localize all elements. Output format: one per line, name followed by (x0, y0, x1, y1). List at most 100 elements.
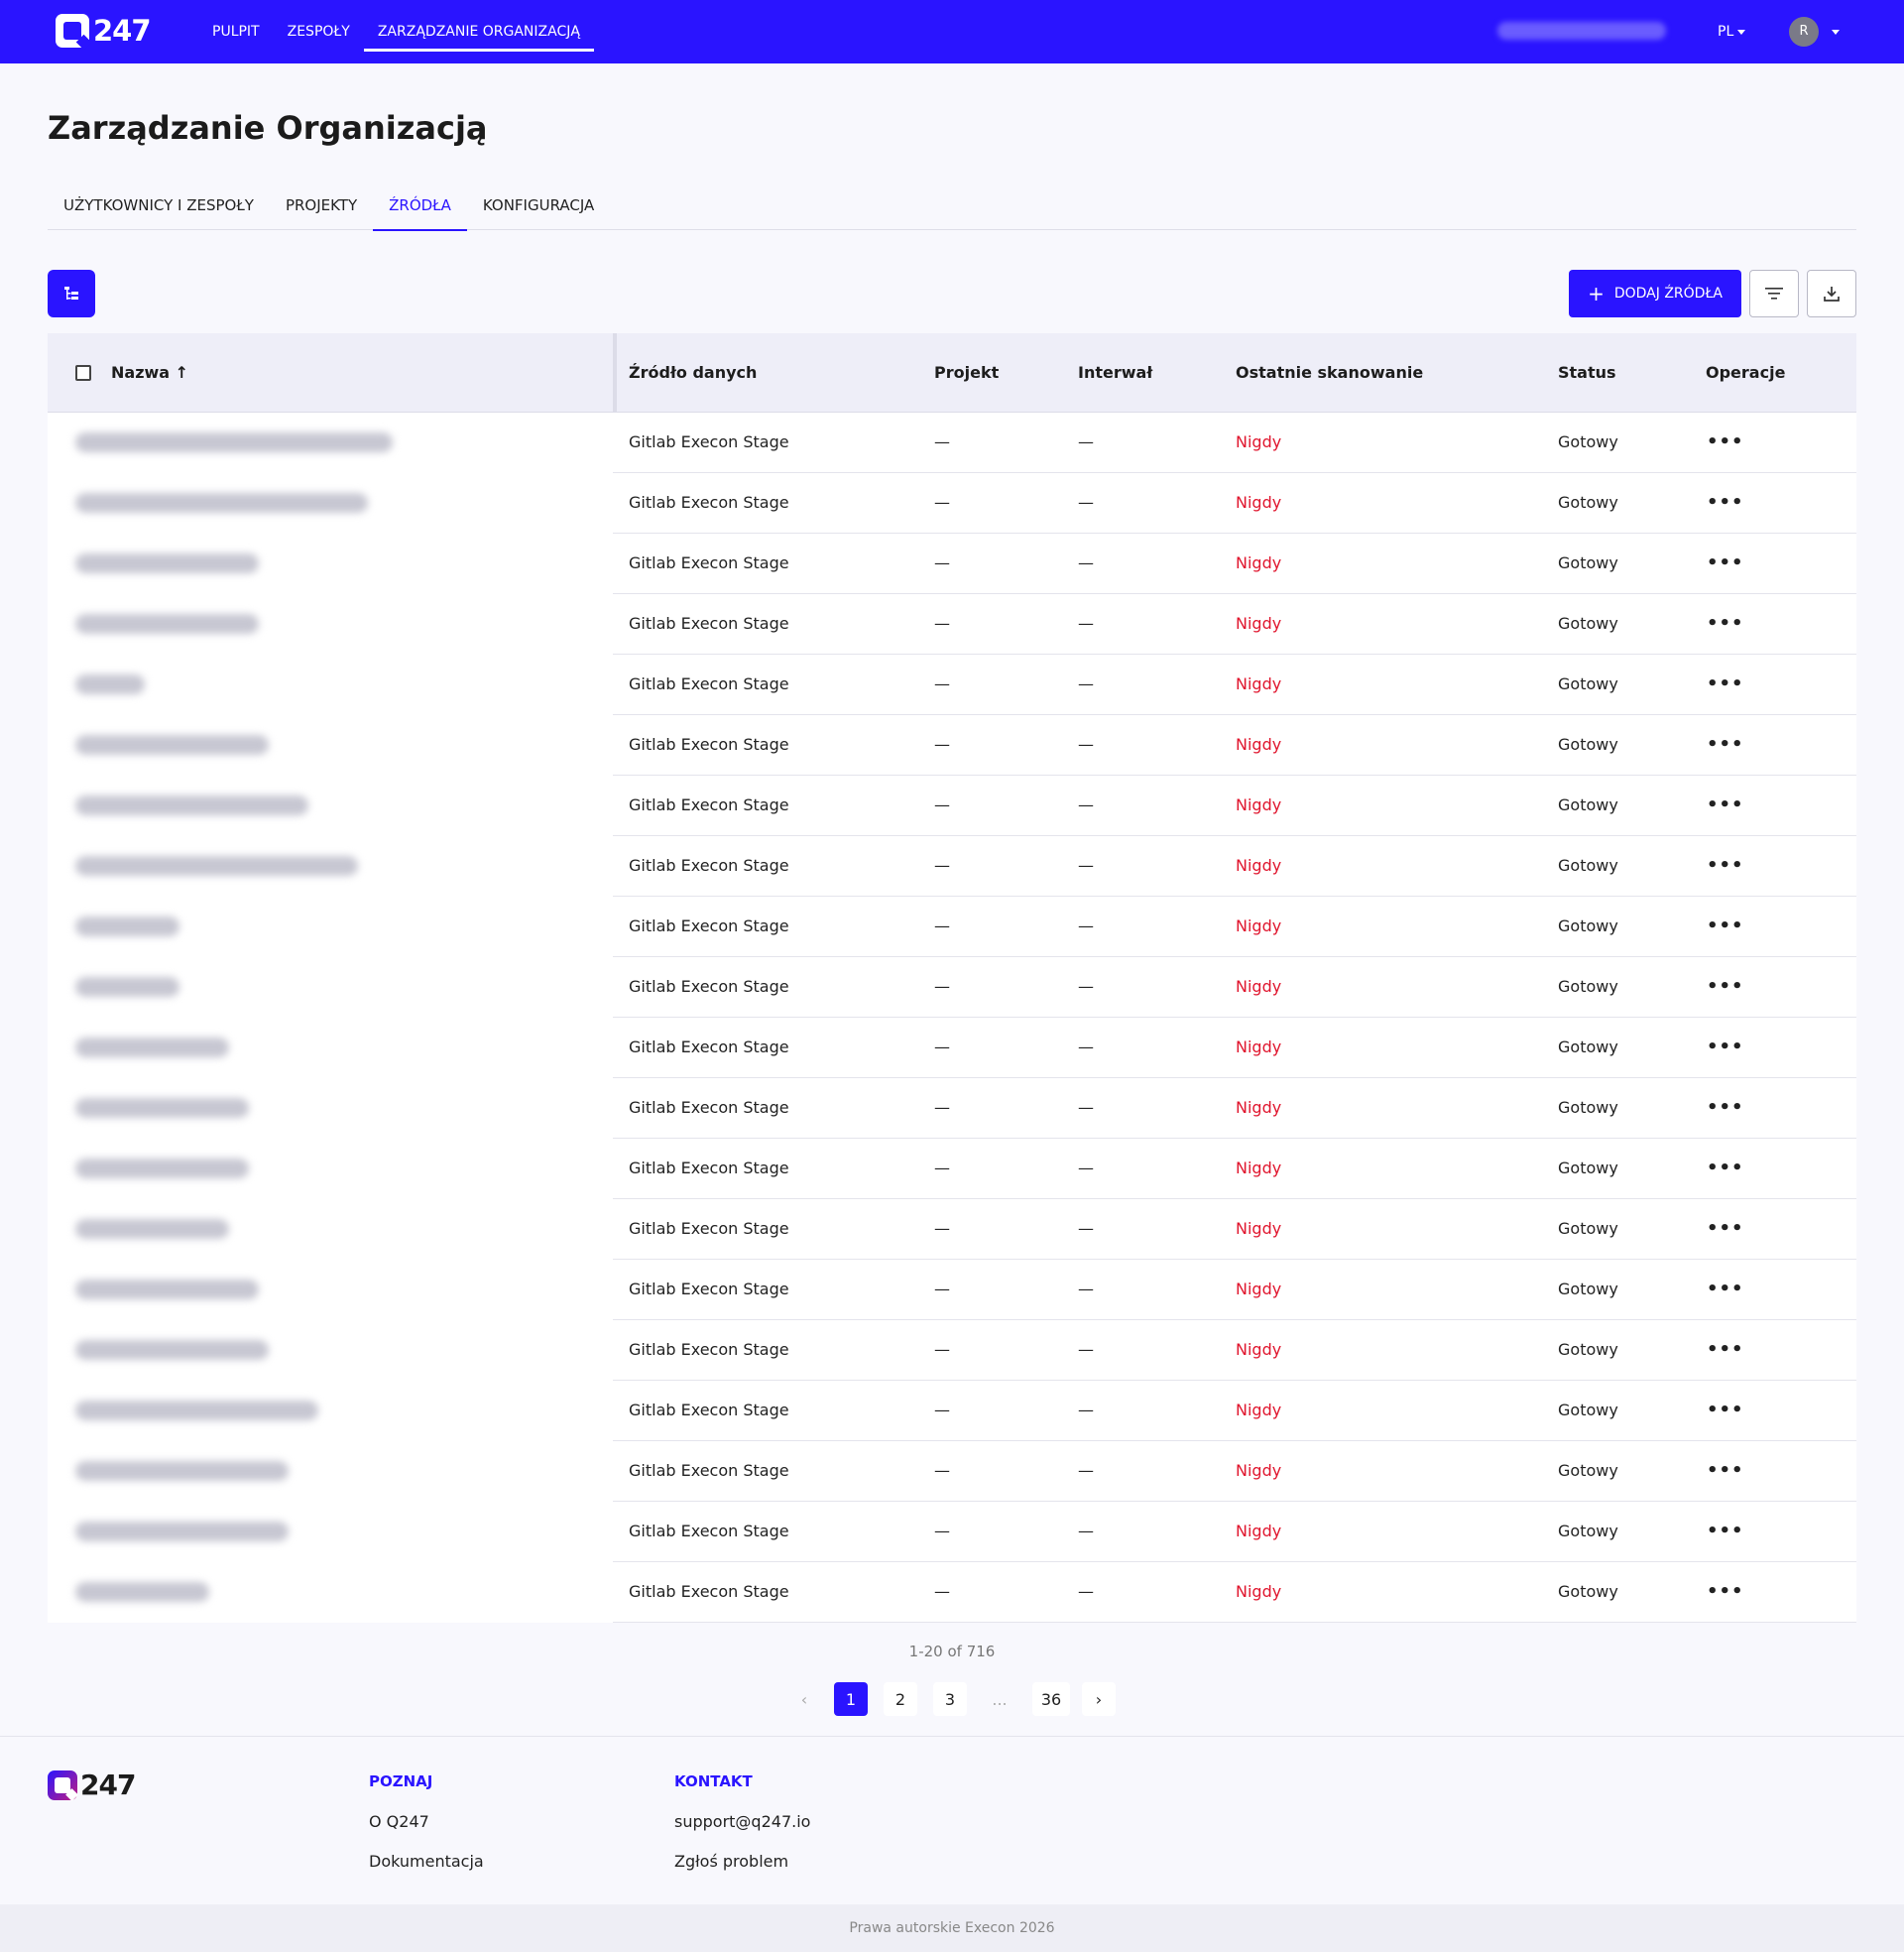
row-actions-more-icon[interactable]: ••• (1707, 957, 1744, 1017)
column-header-zrodlo-danych[interactable]: Źródło danych (629, 333, 757, 413)
table-row[interactable]: Gitlab Execon Stage — — Nigdy Gotowy ••• (48, 1139, 1856, 1199)
table-row[interactable]: Gitlab Execon Stage — — Nigdy Gotowy ••• (48, 655, 1856, 715)
cell-project: — (934, 674, 950, 693)
footer-link-o-q247[interactable]: O Q247 (369, 1812, 429, 1831)
row-name-cell[interactable] (48, 1562, 613, 1623)
tab-projekty[interactable]: PROJEKTY (270, 183, 373, 230)
table-row[interactable]: Gitlab Execon Stage — — Nigdy Gotowy ••• (48, 473, 1856, 534)
column-header-status[interactable]: Status (1558, 333, 1616, 413)
row-actions-more-icon[interactable]: ••• (1707, 1381, 1744, 1440)
nav-zespoly[interactable]: ZESPOŁY (274, 0, 364, 63)
q247-logo[interactable]: 247 (56, 14, 152, 48)
user-avatar[interactable]: R (1789, 17, 1819, 47)
row-actions-more-icon[interactable]: ••• (1707, 1018, 1744, 1077)
row-actions-more-icon[interactable]: ••• (1707, 897, 1744, 956)
table-row[interactable]: Gitlab Execon Stage — — Nigdy Gotowy ••• (48, 534, 1856, 594)
caret-down-icon[interactable] (1832, 30, 1840, 35)
row-name-cell[interactable] (48, 1018, 613, 1078)
row-actions-more-icon[interactable]: ••• (1707, 473, 1744, 533)
page-1-button[interactable]: 1 (834, 1682, 868, 1716)
select-all-checkbox[interactable] (75, 365, 91, 381)
row-actions-more-icon[interactable]: ••• (1707, 776, 1744, 835)
table-row[interactable]: Gitlab Execon Stage — — Nigdy Gotowy ••• (48, 594, 1856, 655)
tab-zrodla[interactable]: ŹRÓDŁA (373, 183, 467, 231)
table-row[interactable]: Gitlab Execon Stage — — Nigdy Gotowy ••• (48, 413, 1856, 473)
column-resizer[interactable] (613, 333, 617, 413)
column-header-projekt[interactable]: Projekt (934, 333, 999, 413)
table-row[interactable]: Gitlab Execon Stage — — Nigdy Gotowy ••• (48, 1320, 1856, 1381)
tree-view-button[interactable] (48, 270, 95, 317)
table-row[interactable]: Gitlab Execon Stage — — Nigdy Gotowy ••• (48, 715, 1856, 776)
row-name-cell[interactable] (48, 957, 613, 1018)
row-name-cell[interactable] (48, 1441, 613, 1502)
redacted-source-name (75, 493, 368, 513)
next-page-button[interactable]: › (1082, 1682, 1116, 1716)
prev-page-button[interactable]: ‹ (787, 1682, 821, 1716)
row-actions-more-icon[interactable]: ••• (1707, 655, 1744, 714)
row-name-cell[interactable] (48, 776, 613, 836)
row-actions-more-icon[interactable]: ••• (1707, 1562, 1744, 1622)
row-name-cell[interactable] (48, 655, 613, 715)
table-row[interactable]: Gitlab Execon Stage — — Nigdy Gotowy ••• (48, 836, 1856, 897)
table-row[interactable]: Gitlab Execon Stage — — Nigdy Gotowy ••• (48, 897, 1856, 957)
row-actions-more-icon[interactable]: ••• (1707, 1320, 1744, 1380)
table-row[interactable]: Gitlab Execon Stage — — Nigdy Gotowy ••• (48, 1441, 1856, 1502)
row-actions-more-icon[interactable]: ••• (1707, 1078, 1744, 1138)
table-row[interactable]: Gitlab Execon Stage — — Nigdy Gotowy ••• (48, 1018, 1856, 1078)
page-36-button[interactable]: 36 (1032, 1682, 1070, 1716)
page-3-button[interactable]: 3 (933, 1682, 967, 1716)
row-name-cell[interactable] (48, 1260, 613, 1320)
row-name-cell[interactable] (48, 1199, 613, 1260)
row-actions-more-icon[interactable]: ••• (1707, 1441, 1744, 1501)
footer-link-support-email[interactable]: support@q247.io (674, 1812, 810, 1831)
row-actions-more-icon[interactable]: ••• (1707, 836, 1744, 896)
table-row[interactable]: Gitlab Execon Stage — — Nigdy Gotowy ••• (48, 1260, 1856, 1320)
row-name-cell[interactable] (48, 1139, 613, 1199)
language-selector[interactable]: PL (1718, 0, 1746, 63)
cell-status: Gotowy (1558, 1340, 1618, 1359)
row-name-cell[interactable] (48, 473, 613, 534)
footer-link-zglos-problem[interactable]: Zgłoś problem (674, 1852, 788, 1871)
row-name-cell[interactable] (48, 1381, 613, 1441)
row-actions-more-icon[interactable]: ••• (1707, 534, 1744, 593)
table-row[interactable]: Gitlab Execon Stage — — Nigdy Gotowy ••• (48, 1078, 1856, 1139)
row-name-cell[interactable] (48, 1320, 613, 1381)
add-sources-button[interactable]: + DODAJ ŹRÓDŁA (1569, 270, 1741, 317)
row-actions-more-icon[interactable]: ••• (1707, 1260, 1744, 1319)
row-actions-more-icon[interactable]: ••• (1707, 413, 1744, 472)
row-actions-more-icon[interactable]: ••• (1707, 1139, 1744, 1198)
row-name-cell[interactable] (48, 1502, 613, 1562)
tab-konfiguracja[interactable]: KONFIGURACJA (467, 183, 610, 230)
column-header-interwal[interactable]: Interwał (1078, 333, 1152, 413)
table-row[interactable]: Gitlab Execon Stage — — Nigdy Gotowy ••• (48, 957, 1856, 1018)
filter-button[interactable] (1749, 270, 1799, 317)
row-name-cell[interactable] (48, 715, 613, 776)
organization-name-redacted[interactable] (1497, 22, 1666, 40)
column-header-ostatnie-skanowanie[interactable]: Ostatnie skanowanie (1236, 333, 1423, 413)
tab-uzytkownicy-i-zespoly[interactable]: UŻYTKOWNICY I ZESPOŁY (48, 183, 270, 230)
table-row[interactable]: Gitlab Execon Stage — — Nigdy Gotowy ••• (48, 1502, 1856, 1562)
row-name-cell[interactable] (48, 413, 613, 473)
footer-link-dokumentacja[interactable]: Dokumentacja (369, 1852, 484, 1871)
table-row[interactable]: Gitlab Execon Stage — — Nigdy Gotowy ••• (48, 1199, 1856, 1260)
table-row[interactable]: Gitlab Execon Stage — — Nigdy Gotowy ••• (48, 1381, 1856, 1441)
download-button[interactable] (1807, 270, 1856, 317)
row-name-cell[interactable] (48, 1078, 613, 1139)
logo-text: 247 (93, 14, 152, 48)
row-actions-more-icon[interactable]: ••• (1707, 715, 1744, 775)
row-actions-more-icon[interactable]: ••• (1707, 1502, 1744, 1561)
nav-zarzadzanie-organizacja[interactable]: ZARZĄDZANIE ORGANIZACJĄ (363, 0, 595, 63)
row-actions-more-icon[interactable]: ••• (1707, 1199, 1744, 1259)
column-header-nazwa[interactable]: Nazwa ↑ (111, 333, 188, 413)
row-name-cell[interactable] (48, 897, 613, 957)
table-row[interactable]: Gitlab Execon Stage — — Nigdy Gotowy ••• (48, 1562, 1856, 1623)
row-actions-more-icon[interactable]: ••• (1707, 594, 1744, 654)
row-name-cell[interactable] (48, 836, 613, 897)
redacted-source-name (75, 1401, 318, 1420)
nav-pulpit[interactable]: PULPIT (198, 0, 274, 63)
footer-logo[interactable]: 247 (48, 1769, 136, 1801)
table-row[interactable]: Gitlab Execon Stage — — Nigdy Gotowy ••• (48, 776, 1856, 836)
row-name-cell[interactable] (48, 534, 613, 594)
page-2-button[interactable]: 2 (884, 1682, 917, 1716)
row-name-cell[interactable] (48, 594, 613, 655)
